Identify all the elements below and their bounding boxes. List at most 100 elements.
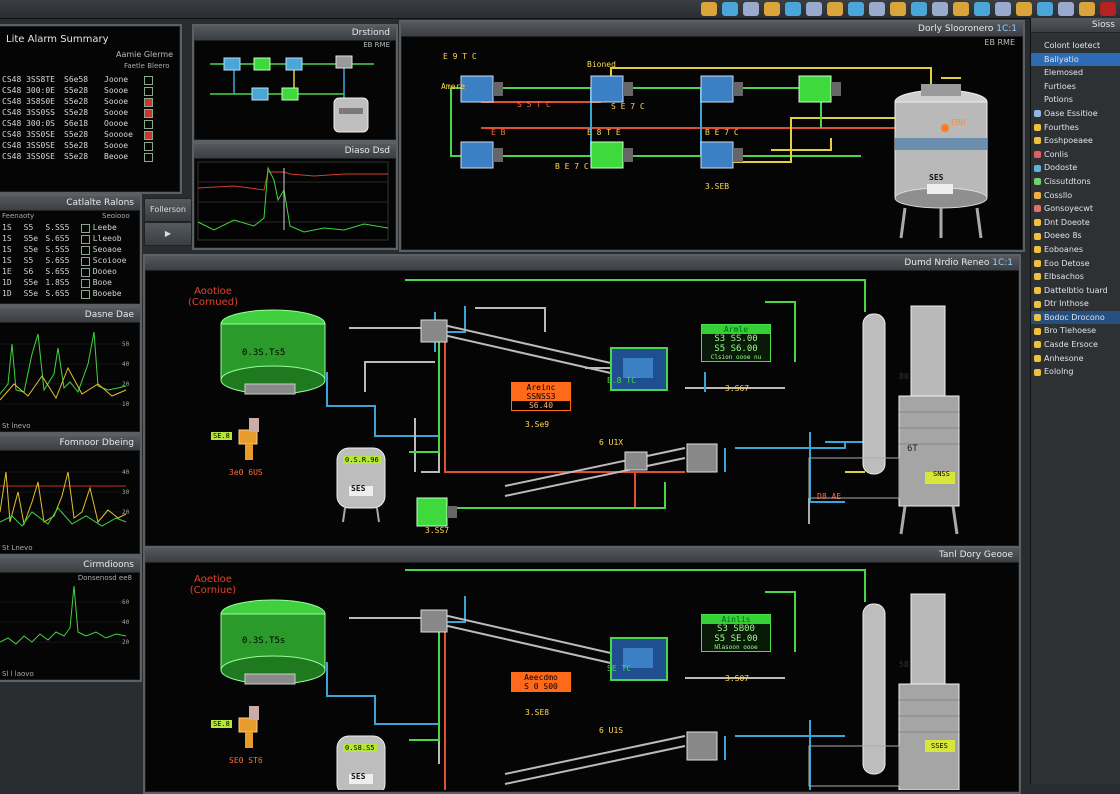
person-icon[interactable] bbox=[1058, 2, 1074, 16]
folder-icon[interactable] bbox=[806, 2, 822, 16]
sidebar-item[interactable]: Dodoste bbox=[1031, 161, 1120, 175]
alarm-row[interactable]: CS48 3SS8TE S6e58 Joone bbox=[2, 74, 174, 85]
toolbar-icon-row bbox=[701, 0, 1116, 18]
alarm-value: S5e28 bbox=[64, 130, 89, 139]
svg-text:40: 40 bbox=[122, 619, 130, 626]
alarm-ack-checkbox[interactable] bbox=[144, 153, 153, 162]
tool-icon[interactable] bbox=[701, 2, 717, 16]
sidebar-item-label: Doeeo 8s bbox=[1044, 231, 1082, 241]
alarm-ack-checkbox[interactable] bbox=[144, 109, 153, 118]
catalyst-col-d: Lleeob bbox=[92, 234, 122, 243]
pin-icon[interactable] bbox=[1016, 2, 1032, 16]
grid-icon[interactable] bbox=[911, 2, 927, 16]
trend-1-chart: 50 40 20 10 bbox=[0, 331, 130, 408]
sidebar-item[interactable]: Oase Essitioe bbox=[1031, 107, 1120, 121]
pump-b-code: S 5 T C bbox=[517, 100, 551, 109]
catalyst-checkbox[interactable] bbox=[80, 268, 90, 277]
catalyst-col-b: S5e bbox=[23, 278, 39, 287]
sidebar-item[interactable]: Fourthes bbox=[1031, 121, 1120, 135]
shield-icon[interactable] bbox=[1037, 2, 1053, 16]
sidebar-item[interactable]: Eololng bbox=[1031, 365, 1120, 379]
alarm-name: Soooe bbox=[104, 97, 129, 106]
process-2-green-code: 3.S07 bbox=[725, 674, 750, 683]
flag-icon[interactable] bbox=[1079, 2, 1095, 16]
bell-icon[interactable] bbox=[953, 2, 969, 16]
sidebar-item[interactable]: Colont Ioetect bbox=[1031, 39, 1120, 53]
refresh-icon[interactable] bbox=[743, 2, 759, 16]
leaf-icon[interactable] bbox=[848, 2, 864, 16]
sidebar-item[interactable]: Elemosed bbox=[1031, 66, 1120, 80]
catalyst-header: Feenaoty bbox=[2, 212, 35, 220]
sidebar-item-label: Cissutdtons bbox=[1044, 176, 1091, 186]
sidebar-item[interactable]: Bodoc Drocono bbox=[1031, 310, 1120, 325]
alarm-row[interactable]: CS48 3S8S0E S5e28 Soooe bbox=[2, 96, 174, 107]
alarm-ack-checkbox[interactable] bbox=[144, 98, 153, 107]
trend-3-title: Cirmdioons bbox=[83, 560, 134, 570]
sidebar-item[interactable]: Casde Ersoce bbox=[1031, 338, 1120, 352]
catalyst-row: 1S S5 S.6S5 Scoiooe bbox=[2, 255, 136, 266]
sidebar-item[interactable]: Gonsoyecwt bbox=[1031, 202, 1120, 216]
alarm-ack-checkbox[interactable] bbox=[144, 120, 153, 129]
alarm-ack-checkbox[interactable] bbox=[144, 76, 153, 85]
alarm-row[interactable]: CS48 3SS0SE S5e28 Beooe bbox=[2, 151, 174, 162]
gear-icon[interactable] bbox=[722, 2, 738, 16]
sidebar-item[interactable]: Doeeo 8s bbox=[1031, 229, 1120, 243]
alarm-row[interactable]: CS48 3SS0SS S5e28 Soooe bbox=[2, 107, 174, 118]
alarm-row[interactable]: CS48 3SS0SE S5e28 Soooe bbox=[2, 140, 174, 151]
catalyst-checkbox[interactable] bbox=[80, 257, 90, 266]
star-icon[interactable] bbox=[995, 2, 1011, 16]
share-icon[interactable] bbox=[932, 2, 948, 16]
close-icon[interactable] bbox=[1100, 2, 1116, 16]
alarm-icon[interactable] bbox=[764, 2, 780, 16]
sidebar-item[interactable]: Eoo Detose bbox=[1031, 257, 1120, 271]
bolt-icon[interactable] bbox=[974, 2, 990, 16]
catalyst-checkbox[interactable] bbox=[80, 235, 90, 244]
chart-icon[interactable] bbox=[785, 2, 801, 16]
sidebar-item[interactable]: Conlis bbox=[1031, 148, 1120, 162]
palette-icon[interactable] bbox=[890, 2, 906, 16]
sidebar-item[interactable]: Ballyatio bbox=[1031, 52, 1120, 67]
process-1-green-readout: Armle S3 SS.00 S5 S6.00 Clsion oooe nu bbox=[701, 324, 771, 362]
sidebar-item[interactable]: Eoshpoeaee bbox=[1031, 134, 1120, 148]
sidebar-item[interactable]: Dtr Inthose bbox=[1031, 297, 1120, 311]
pump-d-icon bbox=[798, 75, 841, 103]
alarm-ack-checkbox[interactable] bbox=[144, 142, 153, 151]
sidebar-item[interactable]: Cossllo bbox=[1031, 189, 1120, 203]
alarm-ack-checkbox[interactable] bbox=[144, 87, 153, 96]
sidebar-item[interactable]: Potions bbox=[1031, 93, 1120, 107]
catalyst-col-b: S6 bbox=[23, 267, 34, 276]
sidebar-item[interactable]: Elbsachos bbox=[1031, 270, 1120, 284]
follerson-button[interactable]: Follerson bbox=[144, 198, 192, 222]
sidebar-item[interactable]: Eoboanes bbox=[1031, 243, 1120, 257]
catalyst-checkbox[interactable] bbox=[80, 279, 90, 288]
trend-2-title: Fomnoor Dbeing bbox=[59, 438, 134, 448]
diamond-icon[interactable] bbox=[827, 2, 843, 16]
catalyst-col-c: S.5S5 bbox=[45, 245, 70, 254]
catalyst-col-a: 1S bbox=[2, 234, 12, 243]
sidebar-item[interactable]: Bro Tlehoese bbox=[1031, 324, 1120, 338]
alarm-value: S5e28 bbox=[64, 86, 89, 95]
alarm-ack-checkbox[interactable] bbox=[144, 131, 153, 140]
catalyst-checkbox[interactable] bbox=[80, 246, 90, 255]
catalyst-checkbox[interactable] bbox=[80, 290, 90, 299]
sidebar-item[interactable]: Furtioes bbox=[1031, 80, 1120, 94]
green-motor bbox=[416, 497, 457, 527]
pump-c-code: S E 7 C bbox=[611, 102, 645, 111]
svg-text:60: 60 bbox=[122, 599, 130, 606]
pen-icon[interactable] bbox=[869, 2, 885, 16]
sidebar-item[interactable]: Dattelbtio tuard bbox=[1031, 284, 1120, 298]
alarm-column-header: Faetle Bleero bbox=[124, 62, 170, 70]
sidebar-item-label: Ballyatio bbox=[1044, 54, 1079, 64]
catalyst-col-d: Booe bbox=[92, 278, 112, 287]
alarm-row[interactable]: CS48 300:0S S6e18 Ooooe bbox=[2, 118, 174, 129]
alarm-row[interactable]: CS48 3SS0SE S5e28 Sooooe bbox=[2, 129, 174, 140]
process-1-orange-readout: Areinc SSNSS3 S6.40 bbox=[511, 382, 571, 411]
play-button[interactable]: ▶ bbox=[144, 222, 192, 246]
sidebar-item[interactable]: Dnt Doeote bbox=[1031, 216, 1120, 230]
sidebar-item[interactable]: Anhesone bbox=[1031, 352, 1120, 366]
alarm-row[interactable]: CS48 300:0E S5e28 Soooe bbox=[2, 85, 174, 96]
catalyst-checkbox[interactable] bbox=[80, 224, 90, 233]
sidebar-item[interactable]: Cissutdtons bbox=[1031, 175, 1120, 189]
catalyst-row: 1S S5e S.6S5 Lleeob bbox=[2, 233, 136, 244]
alarm-code: CS48 300:0S bbox=[2, 119, 55, 128]
